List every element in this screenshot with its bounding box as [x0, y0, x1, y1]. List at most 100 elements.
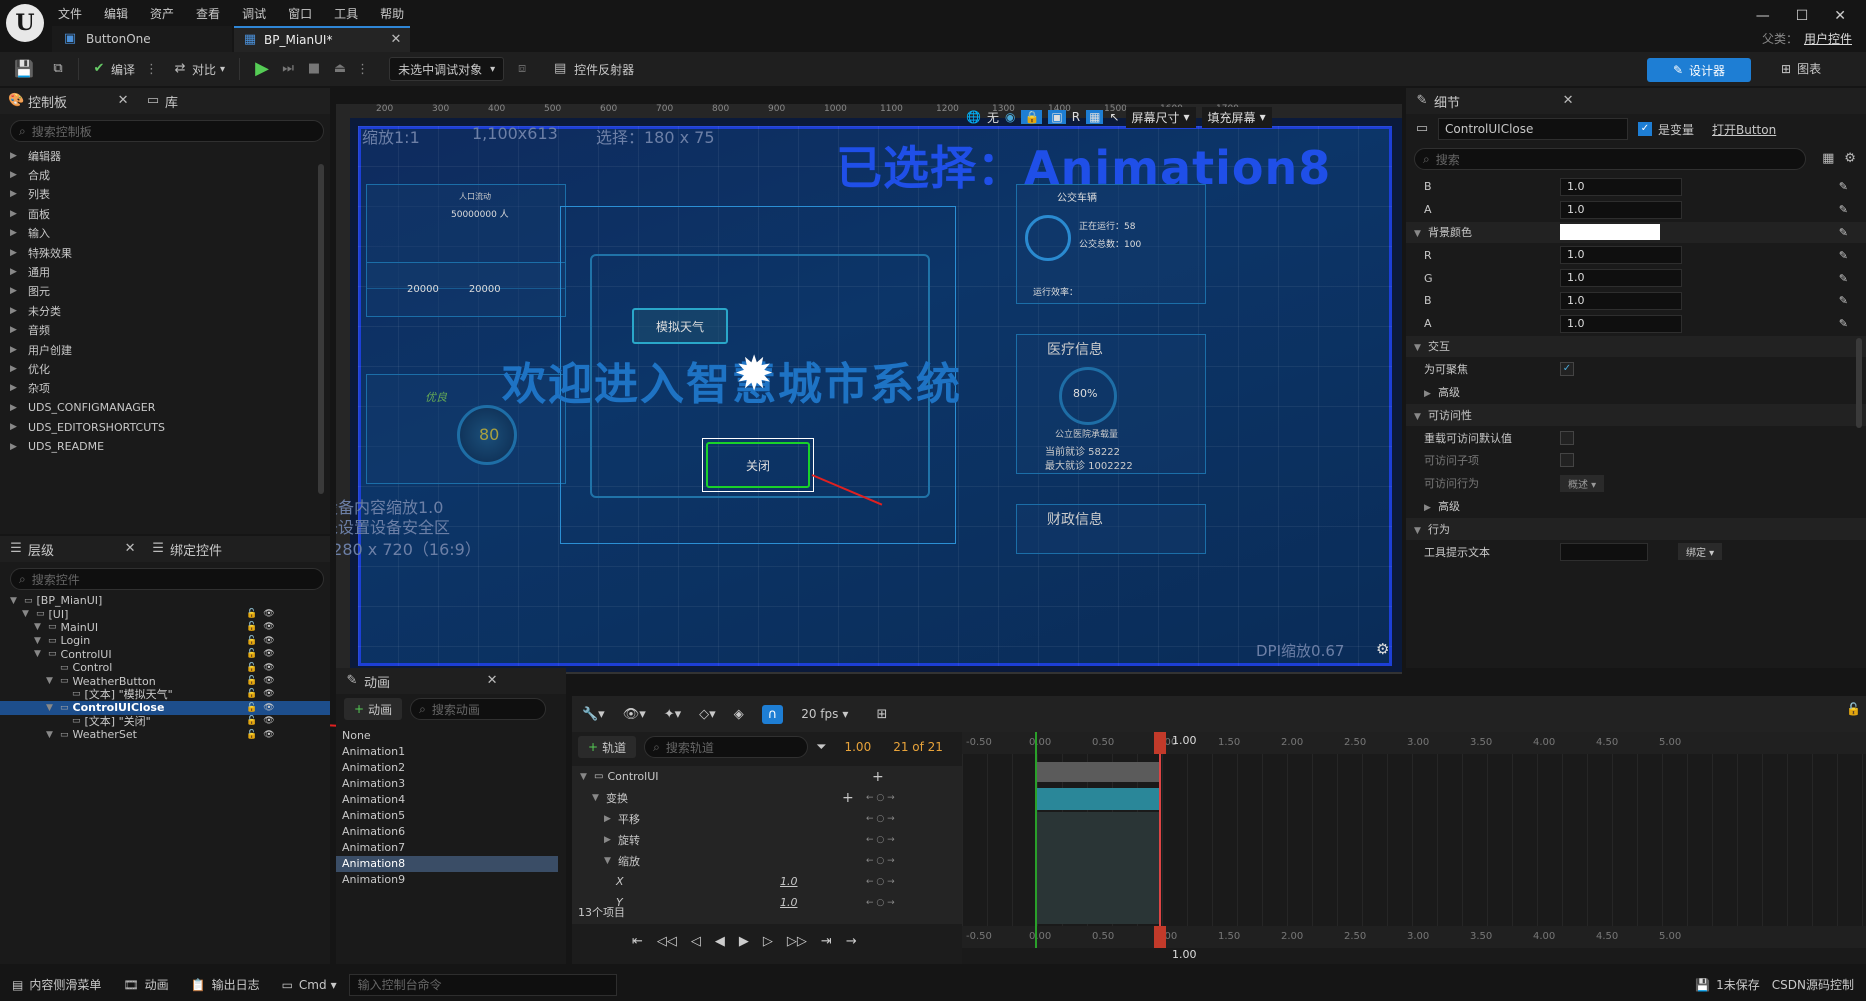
close-window-icon[interactable]: ✕	[1834, 8, 1846, 24]
number-field[interactable]: 1.0	[1560, 200, 1682, 219]
eyedropper-icon[interactable]: ✎	[1839, 180, 1848, 193]
lock-timeline-icon[interactable]: 🔓	[1846, 702, 1861, 716]
expand-arrow-icon[interactable]: ▶	[10, 267, 24, 277]
menu-item[interactable]: 工具	[334, 5, 358, 22]
tooltip-field[interactable]	[1560, 542, 1648, 561]
animation-list-item[interactable]: Animation1	[336, 744, 566, 760]
expand-arrow-icon[interactable]: ▼	[1414, 343, 1428, 353]
add-animation-button[interactable]: + 动画	[344, 698, 403, 720]
key-nav-icon[interactable]: ← ○ →	[866, 898, 895, 908]
step-icon[interactable]: ⏭	[280, 61, 296, 77]
details-property-row[interactable]: ▼ 交互	[1406, 335, 1866, 359]
menu-item[interactable]: 帮助	[380, 5, 404, 22]
save-icon[interactable]: 💾	[14, 61, 34, 77]
number-field[interactable]: 1.0	[1560, 291, 1682, 310]
curve-editor-icon[interactable]: ⊞	[876, 707, 887, 722]
lock-icon[interactable]: 🔓	[246, 676, 257, 686]
lock-icon[interactable]: 🔓	[246, 609, 257, 619]
key-nav-icon[interactable]: ← ○ →	[866, 835, 895, 845]
hierarchy-row[interactable]: ▼ ▭ ControlUIClose 🔓 👁	[0, 701, 330, 715]
eyedropper-icon[interactable]: ✎	[1839, 272, 1848, 285]
eyedropper-icon[interactable]: ✎	[1839, 317, 1848, 330]
expand-arrow-icon[interactable]: ▶	[10, 383, 24, 393]
palette-category[interactable]: ▶ 通用	[0, 262, 330, 281]
source-control-button[interactable]: CSDN源码控制	[1772, 976, 1854, 993]
details-title[interactable]: 细节	[1434, 92, 1460, 111]
go-start-icon[interactable]: ⇤	[632, 934, 643, 949]
expand-arrow-icon[interactable]: ▼	[34, 636, 48, 646]
section-bar-transform[interactable]	[1035, 788, 1159, 810]
details-property-row[interactable]: 为可聚焦 ✓	[1406, 358, 1866, 382]
add-key-icon[interactable]: ◈	[734, 707, 744, 722]
next-frame-icon[interactable]: ▷	[763, 934, 773, 949]
r-toggle[interactable]: R	[1072, 110, 1080, 124]
track-row[interactable]: ▼ 变换 + ← ○ →	[572, 787, 962, 808]
close-details-icon[interactable]: ✕	[1560, 93, 1576, 109]
close-tab-icon[interactable]: ✕	[388, 32, 404, 48]
track-row[interactable]: X 1.0 ← ○ →	[572, 871, 962, 892]
expand-arrow-icon[interactable]: ▶	[10, 403, 24, 413]
hierarchy-row[interactable]: ▼ ▭ ControlUI 🔓 👁	[0, 648, 330, 661]
eyedropper-icon[interactable]: ✎	[1839, 203, 1848, 216]
expand-arrow-icon[interactable]: ▶	[10, 189, 24, 199]
playhead-handle-top[interactable]	[1154, 732, 1166, 754]
globe-icon[interactable]: 🌐	[966, 110, 981, 124]
prev-key-icon[interactable]: ◁◁	[657, 934, 677, 949]
expand-arrow-icon[interactable]: ▼	[46, 703, 60, 713]
magnet-icon[interactable]: ∩	[761, 704, 784, 724]
checkbox[interactable]	[1560, 453, 1574, 468]
eyedropper-icon[interactable]: ✎	[1839, 249, 1848, 262]
add-track-button[interactable]: + 轨道	[578, 736, 637, 758]
key-nav-icon[interactable]: ← ○ →	[866, 877, 895, 887]
table-view-icon[interactable]: ▦	[1820, 151, 1836, 167]
fill-screen-dropdown[interactable]: 填充屏幕 ▾	[1201, 106, 1272, 128]
palette-title[interactable]: 控制板	[28, 92, 67, 111]
unreal-logo[interactable]: U	[6, 4, 44, 42]
content-drawer-button[interactable]: 内容侧滑菜单	[29, 976, 101, 993]
cmd-dropdown[interactable]: Cmd ▾	[299, 978, 337, 992]
close-palette-icon[interactable]: ✕	[115, 93, 131, 109]
expand-arrow-icon[interactable]: ▶	[10, 170, 24, 180]
visibility-icon[interactable]: 👁	[263, 716, 274, 726]
expand-arrow-icon[interactable]: ▶	[10, 325, 24, 335]
visibility-icon[interactable]: 👁	[263, 609, 274, 619]
track-row[interactable]: ▶ 旋转 ← ○ →	[572, 829, 962, 850]
hierarchy-search[interactable]: ⌕ 搜索控件	[10, 568, 324, 590]
hierarchy-row[interactable]: ▼ ▭ WeatherSet 🔓 👁	[0, 728, 330, 741]
details-property-row[interactable]: R 1.0 ✎	[1406, 244, 1866, 268]
details-property-row[interactable]: 重载可访问默认值	[1406, 427, 1866, 450]
animation-list-item[interactable]: Animation5	[336, 808, 566, 824]
track-row[interactable]: Y 1.0 ← ○ →	[572, 892, 962, 913]
add-track-icon[interactable]: +	[842, 790, 854, 806]
eject-icon[interactable]: ⏏	[332, 61, 348, 77]
animation-drawer-button[interactable]: 动画	[145, 976, 169, 993]
diff-icon[interactable]: ⇄	[172, 61, 188, 77]
close-animation-icon[interactable]: ✕	[484, 673, 500, 689]
details-property-row[interactable]: A 1.0 ✎	[1406, 199, 1866, 222]
palette-category[interactable]: ▶ 面板	[0, 204, 330, 223]
output-log-button[interactable]: 输出日志	[212, 976, 260, 993]
visibility-icon[interactable]: 👁	[263, 622, 274, 632]
details-property-row[interactable]: 可访问子项	[1406, 450, 1866, 473]
visibility-icon[interactable]: 👁	[263, 703, 274, 713]
menu-item[interactable]: 资产	[150, 5, 174, 22]
animation-list-item[interactable]: Animation7	[336, 840, 566, 856]
expand-arrow-icon[interactable]: ▼	[10, 596, 24, 606]
tab-bp-mianui[interactable]: ▦ BP_MianUI* ✕	[234, 26, 410, 52]
visibility-icon[interactable]: 👁	[263, 730, 274, 740]
timeline-ruler-bottom[interactable]: -0.50 0.00 0.50 1.00 1.50 2.00 2.50 3.00 3.50 4.0…	[962, 926, 1866, 948]
debug-target-dropdown[interactable]: 未选中调试对象 ▾	[389, 57, 505, 81]
pin-icon[interactable]: ◉	[1005, 110, 1015, 124]
palette-category[interactable]: ▶ 特殊效果	[0, 243, 330, 262]
eye-icon[interactable]: 👁▾	[623, 707, 646, 722]
expand-arrow-icon[interactable]: ▶	[10, 228, 24, 238]
settings-icon[interactable]: ⚙	[1842, 151, 1858, 167]
hierarchy-row[interactable]: ▭ [文本] "模拟天气" 🔓 👁	[0, 688, 330, 701]
browse-icon[interactable]: ⧉	[50, 61, 66, 77]
hierarchy-row[interactable]: ▭ [文本] "关闭" 🔓 👁	[0, 715, 330, 728]
widget-reflector-button[interactable]: 控件反射器	[574, 61, 634, 78]
timeline-area[interactable]: -0.50 0.00 0.50 1.00 1.50 2.00 2.50 3.00 3.50 4.0…	[962, 732, 1866, 964]
play-reverse-icon[interactable]: ◀	[715, 934, 725, 949]
palette-category[interactable]: ▶ 图元	[0, 282, 330, 301]
track-row[interactable]: ▼ 缩放 ← ○ →	[572, 850, 962, 871]
